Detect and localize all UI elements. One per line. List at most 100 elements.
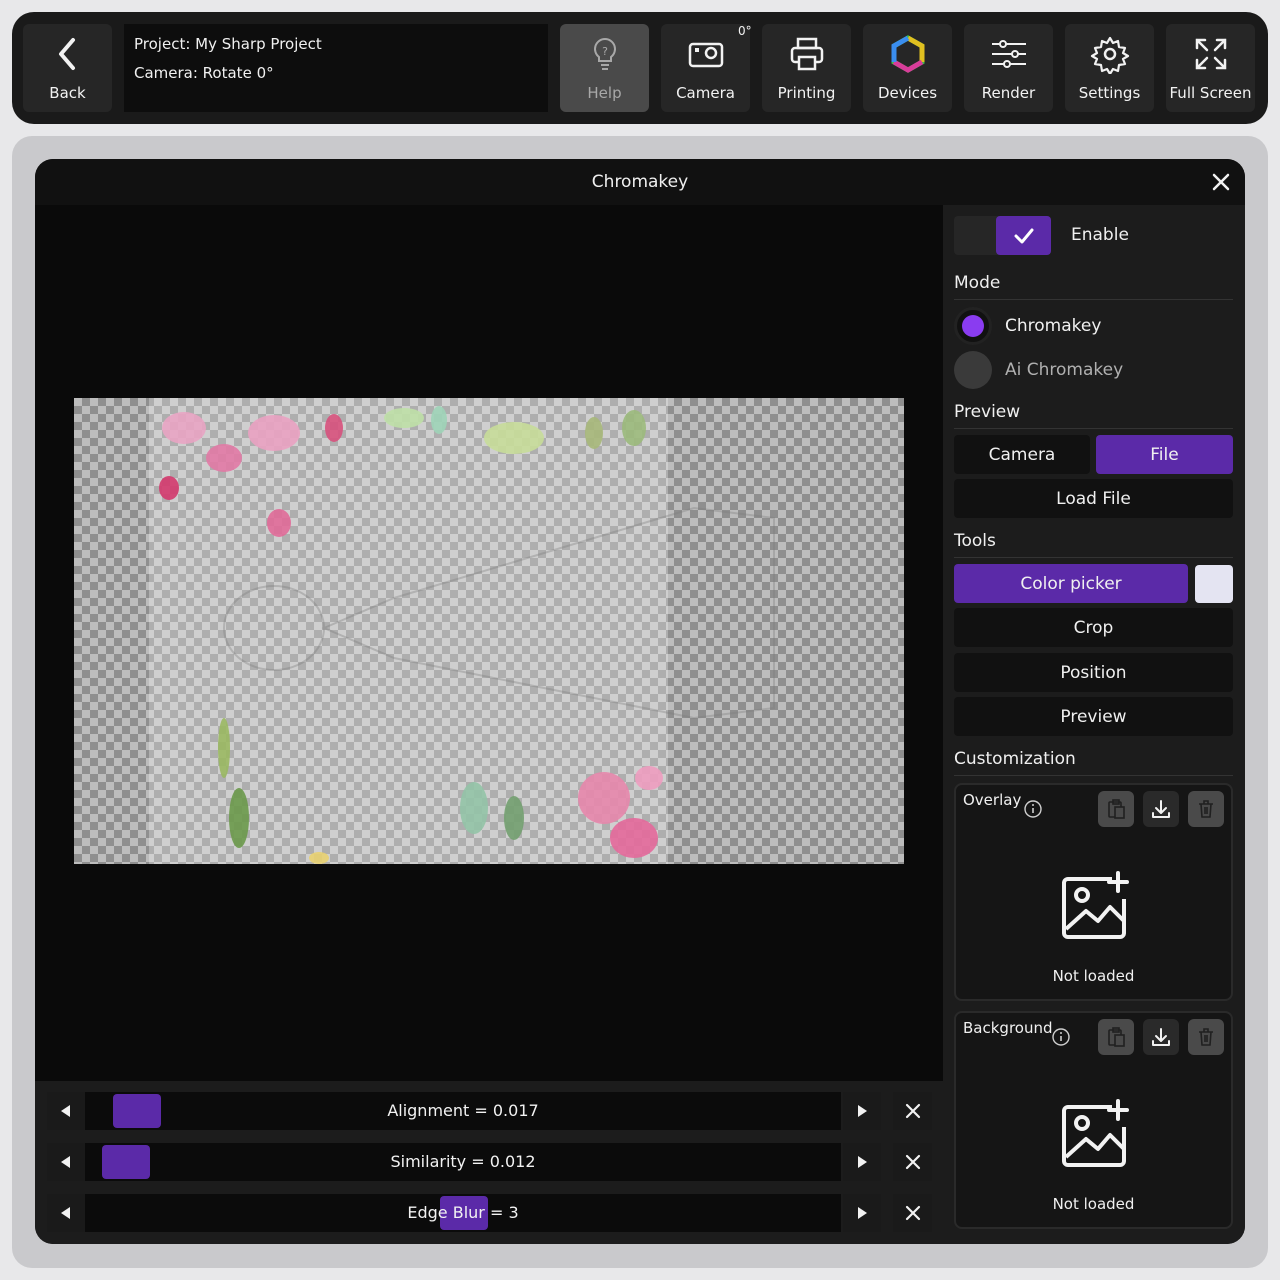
edge-blur-reset-button[interactable]: [893, 1194, 932, 1232]
back-button[interactable]: Back: [23, 24, 112, 112]
add-image-icon[interactable]: [1060, 871, 1132, 941]
alignment-track[interactable]: Alignment = 0.017: [85, 1092, 841, 1130]
info-icon[interactable]: [1023, 799, 1043, 819]
printing-button[interactable]: Printing: [762, 24, 851, 112]
alignment-decrease-button[interactable]: [47, 1092, 85, 1130]
slider-panel: Alignment = 0.017 Similarity = 0.012 Edg…: [35, 1081, 943, 1244]
enable-toggle[interactable]: [954, 216, 1051, 255]
close-icon[interactable]: [1207, 168, 1235, 196]
sliders-icon: [991, 40, 1026, 68]
alignment-value: Alignment = 0.017: [387, 1101, 539, 1120]
alignment-reset-button[interactable]: [893, 1092, 932, 1130]
triangle-left-icon: [61, 1105, 70, 1117]
chromakey-preview-image[interactable]: [74, 398, 904, 864]
printer-icon: [790, 37, 823, 71]
fullscreen-button[interactable]: Full Screen: [1166, 24, 1255, 112]
triangle-right-icon: [858, 1105, 867, 1117]
printing-label: Printing: [777, 84, 836, 102]
project-name: Project: My Sharp Project: [134, 35, 322, 53]
triangle-right-icon: [858, 1207, 867, 1219]
load-file-button[interactable]: Load File: [954, 479, 1233, 518]
render-label: Render: [981, 84, 1036, 102]
render-button[interactable]: Render: [964, 24, 1053, 112]
settings-panel: Enable Mode Chromakey Ai Chromakey Previ…: [943, 205, 1245, 1244]
devices-button[interactable]: Devices: [863, 24, 952, 112]
help-button[interactable]: ? Help: [560, 24, 649, 112]
toggle-knob: [996, 216, 1051, 255]
similarity-reset-button[interactable]: [893, 1143, 932, 1181]
overlay-delete-button[interactable]: [1188, 791, 1224, 827]
fullscreen-label: Full Screen: [1169, 84, 1252, 102]
devices-label: Devices: [877, 84, 938, 102]
background-download-button[interactable]: [1143, 1019, 1179, 1055]
position-button[interactable]: Position: [954, 653, 1233, 692]
close-icon: [905, 1154, 920, 1170]
edge-blur-track[interactable]: Edge Blur = 3: [85, 1194, 841, 1232]
similarity-track[interactable]: Similarity = 0.012: [85, 1143, 841, 1181]
enable-label: Enable: [1071, 225, 1129, 245]
similarity-decrease-button[interactable]: [47, 1143, 85, 1181]
help-label: Help: [587, 84, 622, 102]
info-icon[interactable]: [1051, 1027, 1071, 1047]
crop-button[interactable]: Crop: [954, 608, 1233, 647]
download-icon: [1152, 1028, 1170, 1046]
preview-heading: Preview: [954, 402, 1233, 429]
close-icon: [905, 1205, 920, 1221]
customization-heading: Customization: [954, 749, 1233, 776]
similarity-increase-button[interactable]: [843, 1143, 881, 1181]
lightbulb-icon: ?: [593, 37, 616, 70]
overlay-status: Not loaded: [1052, 967, 1135, 985]
clipboard-icon: [1108, 1027, 1125, 1047]
similarity-value: Similarity = 0.012: [390, 1152, 536, 1171]
trash-icon: [1199, 800, 1213, 818]
triangle-left-icon: [61, 1207, 70, 1219]
edge-blur-decrease-button[interactable]: [47, 1194, 85, 1232]
mode-heading: Mode: [954, 273, 1233, 300]
edge-blur-slider: Edge Blur = 3: [47, 1194, 932, 1232]
clipboard-icon: [1108, 799, 1125, 819]
similarity-thumb[interactable]: [102, 1145, 150, 1179]
overlay-title: Overlay: [963, 791, 1022, 809]
settings-button[interactable]: Settings: [1065, 24, 1154, 112]
mode-chromakey-radio[interactable]: [954, 307, 992, 345]
color-picker-button[interactable]: Color picker: [954, 564, 1188, 603]
close-icon: [905, 1103, 920, 1119]
trash-icon: [1199, 1028, 1213, 1046]
preview-file-button[interactable]: File: [1096, 435, 1233, 474]
background-title: Background: [963, 1019, 1053, 1037]
checkmark-icon: [1014, 228, 1033, 243]
alignment-slider: Alignment = 0.017: [47, 1092, 932, 1130]
edge-blur-increase-button[interactable]: [843, 1194, 881, 1232]
add-image-icon[interactable]: [1060, 1099, 1132, 1169]
alignment-thumb[interactable]: [113, 1094, 161, 1128]
gear-icon: [1090, 36, 1129, 74]
camera-rotation-info: Camera: Rotate 0°: [134, 64, 274, 82]
background-paste-button[interactable]: [1098, 1019, 1134, 1055]
triangle-left-icon: [61, 1156, 70, 1168]
edge-blur-thumb[interactable]: [440, 1196, 488, 1230]
chevron-left-icon: [58, 38, 75, 70]
picked-color-swatch[interactable]: [1195, 565, 1233, 603]
camera-icon: [688, 42, 723, 68]
overlay-paste-button[interactable]: [1098, 791, 1134, 827]
floral-frame-artwork: [159, 406, 775, 864]
similarity-slider: Similarity = 0.012: [47, 1143, 932, 1181]
settings-label: Settings: [1078, 84, 1141, 102]
camera-label: Camera: [676, 84, 735, 102]
triangle-right-icon: [858, 1156, 867, 1168]
overlay-download-button[interactable]: [1143, 791, 1179, 827]
camera-button[interactable]: Camera: [661, 24, 750, 112]
background-card: Background Not loaded: [954, 1011, 1233, 1229]
overlay-card: Overlay Not loaded: [954, 783, 1233, 1001]
mode-ai-chromakey-label[interactable]: Ai Chromakey: [1005, 360, 1123, 380]
project-info: Project: My Sharp Project Camera: Rotate…: [124, 24, 548, 112]
mode-chromakey-label[interactable]: Chromakey: [1005, 316, 1101, 336]
background-delete-button[interactable]: [1188, 1019, 1224, 1055]
download-icon: [1152, 800, 1170, 818]
background-status: Not loaded: [1052, 1195, 1135, 1213]
svg-text:?: ?: [602, 45, 608, 58]
preview-camera-button[interactable]: Camera: [954, 435, 1090, 474]
preview-tool-button[interactable]: Preview: [954, 697, 1233, 736]
mode-ai-chromakey-radio[interactable]: [954, 351, 992, 389]
alignment-increase-button[interactable]: [843, 1092, 881, 1130]
